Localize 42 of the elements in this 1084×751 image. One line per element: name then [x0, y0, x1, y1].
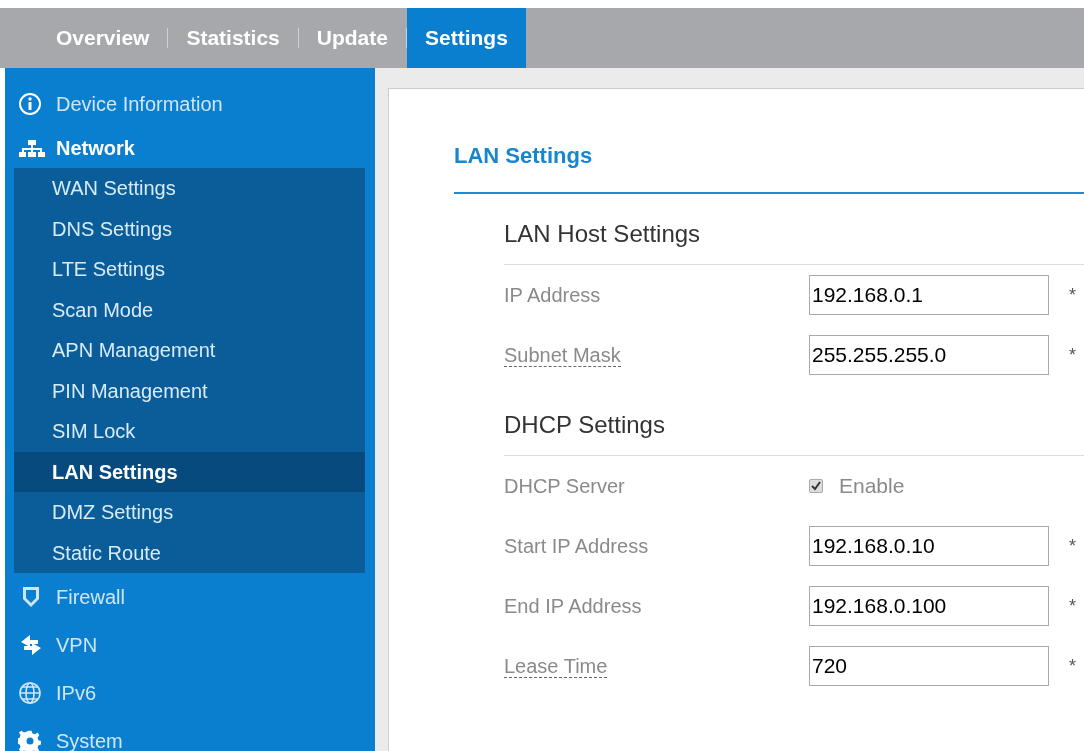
required-mark: * — [1069, 343, 1076, 367]
field-label: Subnet Mask — [504, 344, 621, 367]
field-label: Start IP Address — [504, 535, 649, 557]
network-icon — [19, 140, 45, 157]
field-label: DHCP Server — [504, 475, 625, 497]
submenu-item[interactable]: SIM Lock — [14, 411, 365, 452]
field-label: End IP Address — [504, 595, 642, 617]
input-field[interactable]: 255.255.255.0 — [809, 335, 1049, 375]
input-field[interactable]: 192.168.0.100 — [809, 586, 1049, 626]
checkbox[interactable] — [809, 479, 823, 493]
page-title: LAN Settings — [454, 139, 1084, 194]
submenu-item[interactable]: Static Route — [14, 532, 365, 573]
submenu-item[interactable]: DNS Settings — [14, 208, 365, 249]
sidebar-item[interactable]: Firewall — [5, 573, 375, 621]
globe-icon — [19, 682, 41, 704]
input-field[interactable]: 192.168.0.10 — [809, 526, 1049, 566]
shield-icon — [23, 587, 39, 607]
submenu-item[interactable]: WAN Settings — [14, 168, 365, 209]
required-mark: * — [1069, 654, 1076, 678]
sidebar-item[interactable]: VPN — [5, 621, 375, 669]
required-mark: * — [1069, 534, 1076, 558]
submenu-item[interactable]: DMZ Settings — [14, 492, 365, 533]
required-mark: * — [1069, 283, 1076, 307]
submenu-item[interactable]: PIN Management — [14, 370, 365, 411]
sidebar-item[interactable]: Device Information — [5, 80, 375, 128]
sidebar-item[interactable]: Network — [5, 128, 375, 168]
input-field[interactable]: 192.168.0.1 — [809, 275, 1049, 315]
submenu-item[interactable]: LAN Settings — [14, 451, 365, 492]
field-label: IP Address — [504, 284, 601, 306]
submenu-item[interactable]: LTE Settings — [14, 249, 365, 290]
submenu-item[interactable]: Scan Mode — [14, 289, 365, 330]
input-field[interactable]: 720 — [809, 646, 1049, 686]
submenu-item[interactable]: APN Management — [14, 330, 365, 371]
info-icon — [19, 93, 41, 115]
section-title: LAN Host Settings — [504, 194, 1084, 265]
nav-tab[interactable]: Settings — [406, 8, 526, 68]
sidebar-item[interactable]: IPv6 — [5, 669, 375, 717]
required-mark: * — [1069, 594, 1076, 618]
field-label: Lease Time — [504, 655, 608, 678]
arrows-icon — [21, 635, 41, 655]
checkbox-label: Enable — [839, 473, 905, 500]
section-title: DHCP Settings — [504, 385, 1084, 456]
